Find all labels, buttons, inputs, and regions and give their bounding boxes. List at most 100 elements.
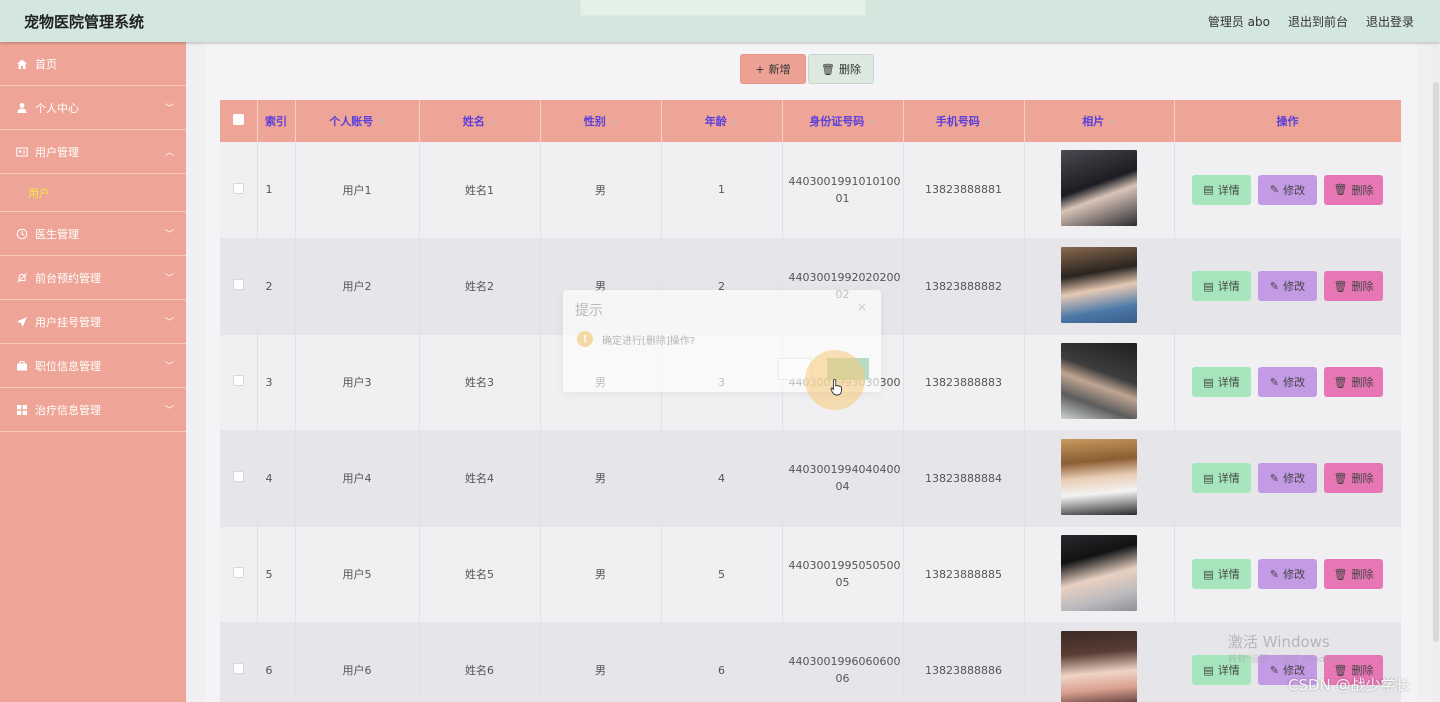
row-delete-button[interactable]: 🗑 删除 (1324, 174, 1383, 205)
scrollbar-thumb[interactable] (1433, 82, 1439, 642)
row-checkbox[interactable] (232, 471, 244, 482)
header-gender[interactable]: 性别 ⇕ (540, 100, 662, 142)
toolbar: + 新增 🗑 删除 (740, 54, 874, 84)
success-toast (580, 0, 866, 16)
sort-icon: ⇕ (1108, 118, 1116, 128)
sidebar-item-label: 首页 (35, 57, 57, 71)
id-number-cell: 4403001995050500 05 (782, 526, 904, 623)
sort-icon: ⇕ (488, 118, 497, 128)
delete-button[interactable]: 🗑 删除 (808, 54, 874, 84)
row-checkbox[interactable] (232, 279, 244, 290)
header-id-number[interactable]: 身份证号码 ⇕ (782, 100, 904, 142)
photo-cell (1024, 430, 1175, 527)
detail-button[interactable]: ▤ 详情 (1192, 174, 1251, 205)
csdn-watermark: CSDN @战少学长 (1288, 676, 1411, 694)
detail-button[interactable]: ▤ 详情 (1192, 367, 1251, 397)
header-account[interactable]: 个人账号 ⇕ (295, 100, 420, 142)
logout-link[interactable]: 退出登录 (1366, 13, 1414, 30)
detail-button[interactable]: ▤ 详情 (1192, 463, 1251, 493)
account-cell: 用户4 (295, 430, 420, 527)
row-select-cell (220, 334, 258, 431)
photo-cell (1024, 334, 1175, 431)
sort-icon: ⇕ (730, 118, 739, 128)
age-cell: 4 (661, 430, 783, 527)
add-button[interactable]: + 新增 (740, 54, 806, 84)
sidebar-item-label: 治疗信息管理 (35, 403, 101, 417)
sidebar-item-label: 前台预约管理 (35, 271, 101, 285)
edit-button[interactable]: ✎ 修改 (1258, 271, 1317, 301)
edit-button[interactable]: ✎ 修改 (1258, 367, 1317, 397)
select-all-header (220, 100, 258, 142)
document-icon: ▤ (1203, 567, 1214, 581)
account-cell: 用户3 (295, 334, 420, 431)
hand-cursor-icon (830, 378, 844, 399)
sidebar-item-treatment[interactable]: 治疗信息管理 ﹀ (0, 388, 186, 432)
row-delete-button[interactable]: 🗑 删除 (1324, 271, 1383, 301)
account-cell: 用户1 (295, 142, 420, 239)
select-all-checkbox[interactable] (232, 114, 244, 125)
edit-button[interactable]: ✎ 修改 (1258, 463, 1317, 493)
close-icon[interactable]: × (857, 300, 867, 314)
send-icon (16, 316, 28, 328)
row-checkbox[interactable] (232, 567, 244, 578)
dialog-message: 确定进行[删除]操作? (602, 336, 696, 347)
sidebar-item-user-management[interactable]: 用户管理 ︿ (0, 130, 186, 174)
top-right-links: 管理员 abo 退出到前台 退出登录 (1208, 13, 1414, 30)
gender-cell: 男 (540, 622, 662, 702)
name-cell: 姓名1 (419, 142, 541, 239)
photo-cell (1024, 238, 1175, 335)
exit-to-front-link[interactable]: 退出到前台 (1288, 13, 1348, 30)
sidebar-item-label: 个人中心 (35, 101, 79, 115)
photo-cell (1024, 142, 1175, 239)
sidebar-item-label: 职位信息管理 (35, 359, 101, 373)
actions-cell: ▤ 详情 ✎ 修改 🗑 删除 (1174, 334, 1401, 431)
add-button-label: 新增 (768, 63, 791, 76)
row-delete-button[interactable]: 🗑 删除 (1324, 463, 1383, 493)
index-cell: 3 (257, 334, 296, 431)
row-checkbox[interactable] (232, 182, 244, 194)
header-age[interactable]: 年龄 ⇕ (661, 100, 783, 142)
row-delete-button[interactable]: 🗑 删除 (1324, 367, 1383, 397)
sidebar-item-personal[interactable]: 个人中心 ﹀ (0, 86, 186, 130)
edit-button[interactable]: ✎ 修改 (1258, 174, 1317, 205)
header-name[interactable]: 姓名 ⇕ (419, 100, 541, 142)
index-cell: 1 (257, 142, 296, 239)
edit-button[interactable]: ✎ 修改 (1258, 559, 1317, 589)
row-checkbox[interactable] (232, 663, 244, 674)
detail-button[interactable]: ▤ 详情 (1192, 559, 1251, 589)
age-cell: 1 (661, 142, 783, 239)
id-number-cell: 4403001996060600 06 (782, 622, 904, 702)
pencil-icon: ✎ (1269, 567, 1280, 581)
row-delete-button[interactable]: 🗑 删除 (1324, 559, 1383, 589)
row-checkbox[interactable] (232, 375, 244, 386)
pencil-icon: ✎ (1269, 279, 1280, 293)
user-photo (1061, 534, 1137, 611)
gender-cell: 男 (540, 142, 662, 239)
user-photo (1061, 438, 1137, 515)
briefcase-icon (16, 360, 28, 372)
document-icon: ▤ (1203, 183, 1214, 197)
phone-cell: 13823888882 (903, 238, 1025, 335)
user-table: 索引 个人账号 ⇕ 姓名 ⇕ 性别 ⇕ 年龄 ⇕ 身份证号码 ⇕ 手机号码 ⇕ 相片 ⇕ 操作… (220, 100, 1401, 702)
sort-icon: ⇕ (377, 118, 385, 128)
table-header-row: 索引 个人账号 ⇕ 姓名 ⇕ 性别 ⇕ 年龄 ⇕ 身份证号码 ⇕ 手机号码 ⇕ 相片 ⇕ 操作 (220, 100, 1401, 142)
sidebar-item-position[interactable]: 职位信息管理 ﹀ (0, 344, 186, 388)
table-row: 1 用户1 姓名1 男 1 4403001991010100 01 1382388… (220, 142, 1401, 239)
delete-button-label: 删除 (838, 63, 861, 76)
id-number-cell: 4403001991010100 01 (782, 142, 904, 239)
phone-cell: 13823888884 (903, 430, 1025, 527)
sidebar-item-appointment[interactable]: 前台预约管理 ﹀ (0, 256, 186, 300)
account-cell: 用户5 (295, 526, 420, 623)
sidebar-item-doctor[interactable]: 医生管理 ﹀ (0, 212, 186, 256)
name-cell: 姓名3 (419, 334, 541, 431)
header-phone[interactable]: 手机号码 ⇕ (903, 100, 1025, 142)
row-select-cell (220, 142, 258, 239)
header-photo[interactable]: 相片 ⇕ (1024, 100, 1175, 142)
sidebar-item-home[interactable]: 首页 (0, 42, 186, 86)
bell-off-icon (16, 272, 28, 284)
detail-button[interactable]: ▤ 详情 (1192, 271, 1251, 301)
submenu-item-user[interactable]: 用户 (0, 174, 186, 212)
clock-icon (16, 228, 28, 240)
sidebar-item-registration[interactable]: 用户挂号管理 ﹀ (0, 300, 186, 344)
grid-icon (16, 404, 28, 416)
